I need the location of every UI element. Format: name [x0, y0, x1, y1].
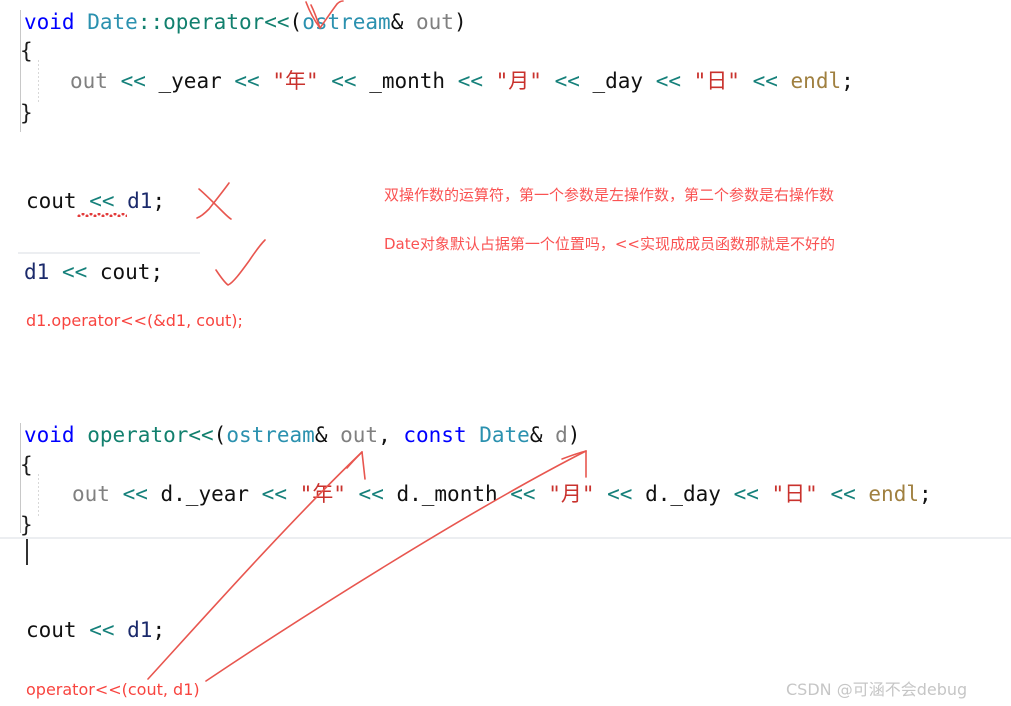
member-operator-name: ::operator<< — [137, 10, 290, 34]
stream-operator: << — [76, 618, 128, 642]
member-d-day: d._day — [645, 482, 721, 506]
stream-operator-error: << — [76, 189, 128, 213]
string-year: "年" — [272, 69, 319, 93]
type-ostream: ostream — [226, 423, 315, 447]
indent-guide-1 — [38, 60, 39, 104]
stream-operator: << — [445, 69, 496, 93]
member-month: _month — [369, 69, 446, 93]
stream-operator: << — [541, 69, 593, 93]
member-d-year: d._year — [160, 482, 250, 506]
cout-token: cout — [99, 260, 151, 284]
global-operator-name: operator<< — [87, 423, 214, 447]
code-line-signature-global[interactable]: void operator<<(ostream& out, const Date… — [24, 422, 580, 448]
endl-token: endl — [790, 69, 842, 93]
stream-operator: << — [318, 69, 370, 93]
stream-operator: << — [720, 482, 772, 506]
param-out: out — [403, 10, 454, 34]
string-month: "月" — [495, 69, 542, 93]
ampersand: & — [390, 10, 404, 34]
note-member-call: d1.operator<<(&d1, cout); — [26, 311, 243, 330]
paren-open: ( — [289, 10, 303, 34]
stream-operator: << — [249, 482, 300, 506]
ink-cross-mark-stroke-a — [198, 188, 232, 220]
paren-close: ) — [567, 423, 581, 447]
param-d: d — [542, 423, 568, 447]
paren-close: ) — [453, 10, 467, 34]
ampersand: & — [314, 423, 328, 447]
stream-operator: << — [107, 69, 159, 93]
snippet-cout-shift-d1-bad[interactable]: cout << d1; — [26, 188, 165, 214]
ink-check-mark — [215, 239, 266, 286]
annotation-binary-operator: 双操作数的运算符，第一个参数是左操作数，第二个参数是右操作数 — [384, 186, 835, 204]
annotation-date-first-position: Date对象默认占据第一个位置吗，<<实现成成员函数那就是不好的 — [384, 235, 835, 253]
indent-guide-2 — [38, 474, 39, 516]
ink-arrow-head-out-a — [346, 451, 363, 469]
string-day: "日" — [771, 482, 818, 506]
stream-operator: << — [643, 69, 694, 93]
note-global-call: operator<<(cout, d1) — [26, 680, 200, 699]
code-line-open-brace-2[interactable]: { — [20, 452, 33, 478]
endl-token: endl — [868, 482, 919, 506]
ink-arrow-head-out-b — [361, 451, 366, 480]
semicolon: ; — [841, 69, 854, 93]
snippet-divider-1 — [18, 252, 200, 254]
code-line-open-brace-1[interactable]: { — [20, 38, 33, 64]
ink-annotations-overlay — [147, 0, 587, 682]
object-d1: d1 — [24, 260, 50, 284]
object-d1: d1 — [127, 189, 153, 213]
stream-operator: << — [497, 482, 549, 506]
stream-operator: << — [109, 482, 161, 506]
string-day: "日" — [693, 69, 740, 93]
snippet-cout-shift-d1-call[interactable]: cout << d1; — [26, 617, 165, 643]
paren-open: ( — [213, 423, 227, 447]
code-line-close-brace-2[interactable]: } — [20, 512, 33, 538]
stream-operator: << — [594, 482, 646, 506]
cout-token: cout — [26, 618, 77, 642]
comma: , — [378, 423, 404, 447]
semicolon: ; — [150, 260, 164, 284]
semicolon: ; — [152, 618, 166, 642]
stream-operator: << — [49, 260, 100, 284]
semicolon: ; — [918, 482, 932, 506]
member-day: _day — [592, 69, 644, 93]
code-line-signature-member[interactable]: void Date::operator<<(ostream& out) — [24, 9, 467, 35]
type-date: Date — [87, 10, 138, 34]
stream-operator: << — [221, 69, 273, 93]
stream-operator: << — [345, 482, 397, 506]
var-out: out — [72, 482, 110, 506]
param-out: out — [327, 423, 379, 447]
cout-token: cout — [26, 189, 77, 213]
stream-operator: << — [817, 482, 869, 506]
type-ostream: ostream — [302, 10, 391, 34]
editor-divider-2 — [0, 537, 1011, 539]
string-month: "月" — [548, 482, 595, 506]
string-year: "年" — [299, 482, 346, 506]
keyword-void: void — [24, 423, 75, 447]
var-out: out — [70, 69, 108, 93]
ink-cross-mark-stroke-b — [196, 182, 230, 219]
stream-operator: << — [739, 69, 791, 93]
member-d-month: d._month — [396, 482, 498, 506]
ampersand: & — [529, 423, 543, 447]
snippet-d1-shift-cout-good[interactable]: d1 << cout; — [24, 259, 163, 285]
code-line-body-member[interactable]: out << _year << "年" << _month << "月" << … — [70, 68, 854, 94]
semicolon: ; — [152, 189, 166, 213]
keyword-void: void — [24, 10, 75, 34]
object-d1: d1 — [127, 618, 153, 642]
csdn-watermark: CSDN @可涵不会debug — [786, 680, 968, 699]
type-date: Date — [479, 423, 530, 447]
code-line-body-global[interactable]: out << d._year << "年" << d._month << "月"… — [72, 481, 932, 507]
keyword-const: const — [403, 423, 467, 447]
member-year: _year — [158, 69, 222, 93]
code-line-close-brace-1[interactable]: } — [20, 100, 33, 126]
ink-arrow-head-d-a — [561, 450, 587, 460]
text-cursor — [26, 539, 28, 565]
